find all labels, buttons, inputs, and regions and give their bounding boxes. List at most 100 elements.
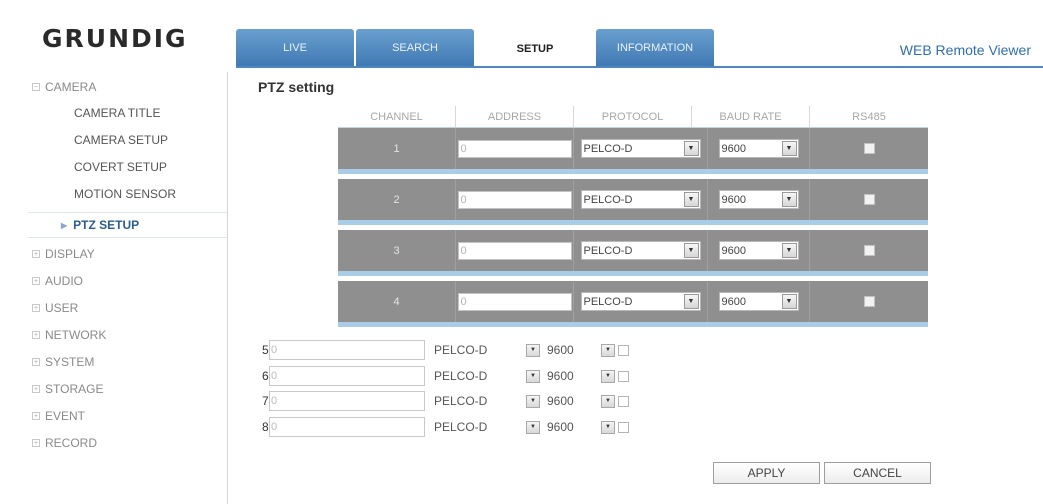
protocol-value: PELCO-D <box>434 394 488 408</box>
sidebar-subitem-ptz-setup[interactable]: ▶ PTZ SETUP <box>28 212 227 238</box>
table-row: 3 0 PELCO-D ▼ 9600 ▼ <box>338 230 928 276</box>
column-header-rs485: RS485 <box>810 106 928 128</box>
header-divider <box>236 66 1043 68</box>
table-row: 2 0 PELCO-D ▼ 9600 ▼ <box>338 179 928 225</box>
dropdown-arrow-icon[interactable]: ▼ <box>781 192 797 207</box>
baud-rate-value: 9600 <box>547 369 574 383</box>
protocol-dropdown-icon[interactable]: ▼ <box>526 369 540 383</box>
sidebar-item-storage[interactable]: + STORAGE <box>28 376 227 402</box>
address-input[interactable]: 0 <box>457 139 572 158</box>
rs485-checkbox[interactable] <box>863 194 875 205</box>
sidebar-subitem-camera-setup[interactable]: CAMERA SETUP <box>28 127 227 153</box>
address-input[interactable]: 0 <box>269 366 425 386</box>
sidebar-subitem-motion-sensor[interactable]: MOTION SENSOR <box>28 181 227 207</box>
sidebar-item-camera[interactable]: − CAMERA <box>28 74 227 100</box>
address-input[interactable]: 0 <box>457 292 572 311</box>
rs485-checkbox[interactable] <box>618 421 629 433</box>
rs485-checkbox[interactable] <box>618 344 629 356</box>
baud-dropdown-icon[interactable]: ▼ <box>601 394 615 408</box>
baud-rate-value: 9600 <box>547 420 574 434</box>
column-header-channel: CHANNEL <box>338 106 456 128</box>
protocol-select[interactable]: PELCO-D ▼ <box>580 190 701 209</box>
sidebar-item-audio[interactable]: + AUDIO <box>28 268 227 294</box>
sidebar-item-label: CAMERA <box>45 80 97 94</box>
dropdown-arrow-icon[interactable]: ▼ <box>683 141 699 156</box>
protocol-select[interactable]: PELCO-D ▼ <box>580 241 701 260</box>
protocol-value: PELCO-D <box>583 244 633 257</box>
dropdown-arrow-icon[interactable]: ▼ <box>683 243 699 258</box>
channel-number: 4 <box>393 295 400 308</box>
address-input[interactable]: 0 <box>269 340 425 360</box>
baud-rate-select[interactable]: 9600 ▼ <box>718 292 799 311</box>
address-input[interactable]: 0 <box>269 417 425 437</box>
protocol-cell: PELCO-D ▼ <box>574 128 708 169</box>
protocol-dropdown-icon[interactable]: ▼ <box>526 420 540 434</box>
dropdown-arrow-icon[interactable]: ▼ <box>683 294 699 309</box>
sidebar-item-display[interactable]: + DISPLAY <box>28 241 227 267</box>
column-header-baud-rate: BAUD RATE <box>692 106 810 128</box>
dropdown-arrow-icon[interactable]: ▼ <box>781 243 797 258</box>
protocol-cell: PELCO-D ▼ <box>574 230 708 271</box>
column-header-address: ADDRESS <box>456 106 574 128</box>
rs485-checkbox[interactable] <box>618 370 629 382</box>
rs485-checkbox[interactable] <box>863 296 875 307</box>
sidebar-item-system[interactable]: + SYSTEM <box>28 349 227 375</box>
apply-button[interactable]: APPLY <box>713 462 820 484</box>
expand-icon: + <box>32 277 40 285</box>
rs485-cell <box>810 230 928 271</box>
sidebar-item-event[interactable]: + EVENT <box>28 403 227 429</box>
address-input[interactable]: 0 <box>457 190 572 209</box>
sidebar-item-label: DISPLAY <box>45 247 95 261</box>
sidebar-item-network[interactable]: + NETWORK <box>28 322 227 348</box>
dropdown-arrow-icon[interactable]: ▼ <box>781 141 797 156</box>
address-cell: 0 <box>456 230 574 271</box>
rs485-checkbox[interactable] <box>863 143 875 154</box>
dropdown-arrow-icon[interactable]: ▼ <box>683 192 699 207</box>
collapse-icon: − <box>32 83 40 91</box>
rs485-cell <box>810 179 928 220</box>
address-input[interactable]: 0 <box>269 391 425 411</box>
list-item: 8 0 PELCO-D ▼ 9600 ▼ <box>262 417 629 437</box>
cancel-button[interactable]: CANCEL <box>824 462 931 484</box>
baud-rate-value: 9600 <box>721 244 746 257</box>
baud-dropdown-icon[interactable]: ▼ <box>601 420 615 434</box>
protocol-value: PELCO-D <box>583 295 633 308</box>
protocol-select[interactable]: PELCO-D ▼ <box>580 139 701 158</box>
list-item: 7 0 PELCO-D ▼ 9600 ▼ <box>262 391 629 411</box>
address-input[interactable]: 0 <box>457 241 572 260</box>
baud-rate-select[interactable]: 9600 ▼ <box>718 139 799 158</box>
protocol-value: PELCO-D <box>434 420 488 434</box>
sidebar-item-label: RECORD <box>45 436 98 450</box>
rs485-cell <box>810 281 928 322</box>
channel-cell: 4 <box>338 281 456 322</box>
app-title: WEB Remote Viewer <box>899 42 1031 58</box>
baud-dropdown-icon[interactable]: ▼ <box>601 369 615 383</box>
dropdown-arrow-icon[interactable]: ▼ <box>781 294 797 309</box>
baud-rate-select[interactable]: 9600 ▼ <box>718 241 799 260</box>
channel-number: 1 <box>393 142 400 155</box>
sidebar-subitem-covert-setup[interactable]: COVERT SETUP <box>28 154 227 180</box>
channel-cell: 3 <box>338 230 456 271</box>
expand-icon: + <box>32 412 40 420</box>
rs485-checkbox[interactable] <box>863 245 875 256</box>
protocol-select[interactable]: PELCO-D ▼ <box>580 292 701 311</box>
expand-icon: + <box>32 250 40 258</box>
tab-search[interactable]: SEARCH <box>356 29 474 67</box>
protocol-value: PELCO-D <box>583 142 633 155</box>
address-cell: 0 <box>456 179 574 220</box>
sidebar-subitem-camera-title[interactable]: CAMERA TITLE <box>28 100 227 126</box>
tab-setup[interactable]: SETUP <box>476 29 594 69</box>
sidebar-subitem-label: PTZ SETUP <box>73 218 140 232</box>
sidebar-item-record[interactable]: + RECORD <box>28 430 227 456</box>
baud-dropdown-icon[interactable]: ▼ <box>601 343 615 357</box>
baud-cell: 9600 ▼ <box>708 281 810 322</box>
protocol-dropdown-icon[interactable]: ▼ <box>526 394 540 408</box>
sidebar-item-user[interactable]: + USER <box>28 295 227 321</box>
rs485-checkbox[interactable] <box>618 395 629 407</box>
tab-live[interactable]: LIVE <box>236 29 354 67</box>
baud-rate-select[interactable]: 9600 ▼ <box>718 190 799 209</box>
sidebar-item-label: STORAGE <box>45 382 104 396</box>
tab-information[interactable]: INFORMATION <box>596 29 714 67</box>
protocol-dropdown-icon[interactable]: ▼ <box>526 343 540 357</box>
protocol-cell: PELCO-D ▼ <box>574 281 708 322</box>
